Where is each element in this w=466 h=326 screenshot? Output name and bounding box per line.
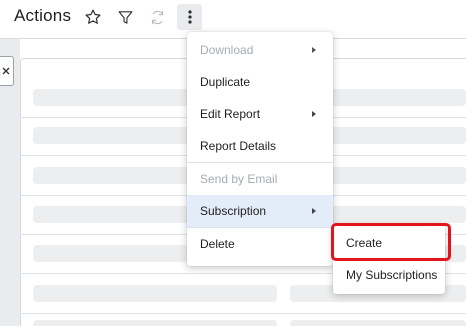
subscription-submenu: Create My Subscriptions: [333, 225, 445, 294]
menu-item-label: Delete: [200, 237, 235, 251]
submenu-item-label: Create: [346, 236, 383, 250]
actions-menu: Download Duplicate Edit Report Report De…: [187, 32, 333, 266]
menu-item-report-details[interactable]: Report Details: [187, 130, 333, 162]
refresh-icon: [146, 6, 168, 28]
collapse-panel-button[interactable]: [0, 56, 14, 86]
menu-item-duplicate[interactable]: Duplicate: [187, 66, 333, 98]
chevron-right-icon: [312, 111, 316, 117]
page-title: Actions: [14, 6, 72, 25]
close-icon: [2, 67, 10, 75]
chevron-right-icon: [312, 47, 316, 53]
submenu-item-my-subscriptions[interactable]: My Subscriptions: [333, 259, 445, 291]
menu-item-label: Download: [200, 43, 254, 57]
star-icon[interactable]: [82, 6, 104, 28]
menu-item-label: Subscription: [200, 204, 267, 218]
menu-item-label: Duplicate: [200, 75, 251, 89]
submenu-item-create[interactable]: Create: [333, 227, 445, 259]
more-vertical-icon[interactable]: [177, 4, 202, 30]
menu-item-delete[interactable]: Delete: [187, 228, 333, 260]
menu-item-edit-report[interactable]: Edit Report: [187, 98, 333, 130]
menu-item-download: Download: [187, 34, 333, 66]
row-divider: [20, 313, 466, 314]
filter-icon[interactable]: [114, 6, 136, 28]
menu-item-subscription[interactable]: Subscription: [187, 195, 333, 227]
menu-item-label: Edit Report: [200, 107, 261, 121]
menu-item-label: Report Details: [200, 139, 277, 153]
menu-item-send-by-email: Send by Email: [187, 163, 333, 195]
menu-item-label: Send by Email: [200, 172, 278, 186]
skeleton-cell: [33, 285, 277, 302]
skeleton-cell: [290, 320, 466, 326]
submenu-item-label: My Subscriptions: [346, 268, 438, 282]
chevron-right-icon: [312, 208, 316, 214]
skeleton-cell: [33, 320, 277, 326]
